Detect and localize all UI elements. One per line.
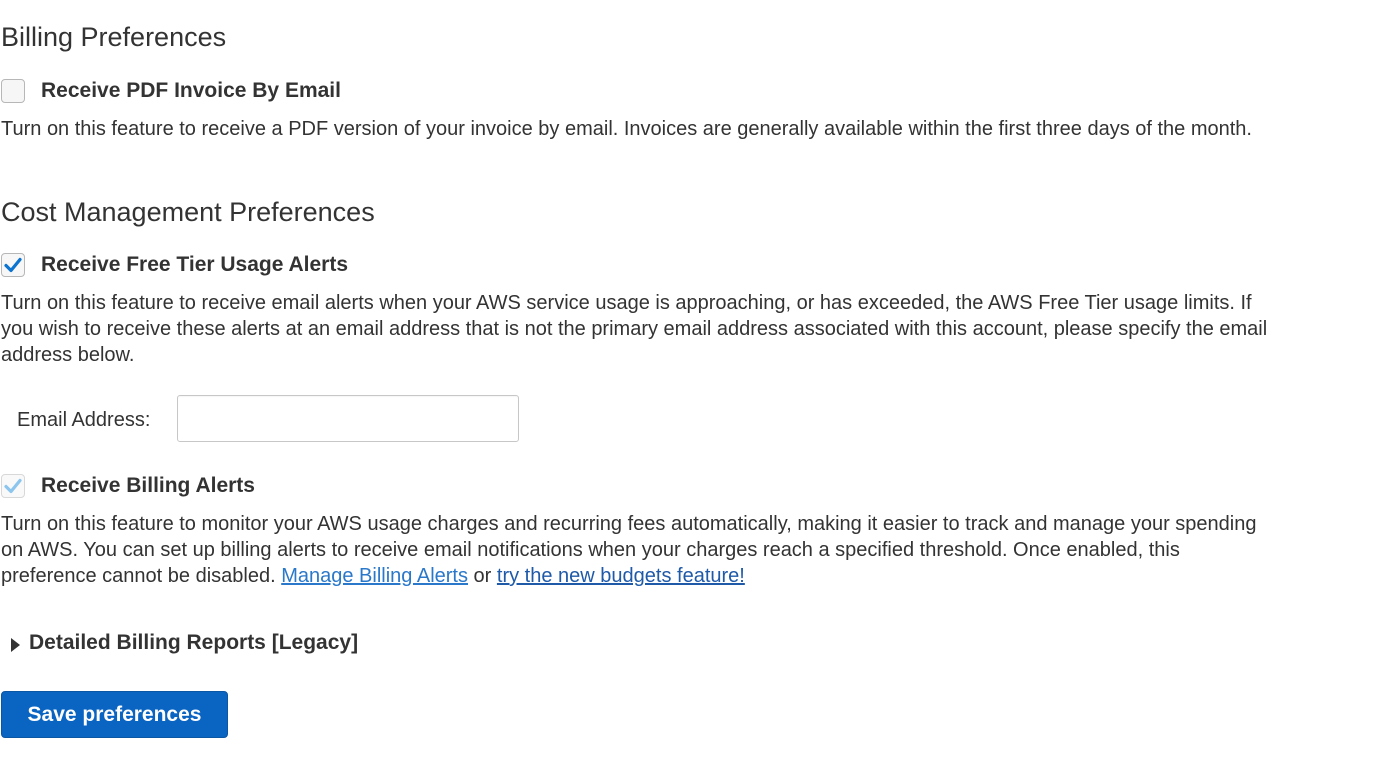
email-address-input[interactable] xyxy=(177,395,519,442)
save-preferences-button[interactable]: Save preferences xyxy=(1,691,228,738)
checkmark-icon xyxy=(4,478,22,494)
cost-management-heading: Cost Management Preferences xyxy=(1,197,375,227)
checkmark-icon xyxy=(4,257,22,273)
pdf-invoice-label[interactable]: Receive PDF Invoice By Email xyxy=(41,78,341,104)
pdf-invoice-description: Turn on this feature to receive a PDF ve… xyxy=(1,118,1252,140)
manage-billing-alerts-link[interactable]: Manage Billing Alerts xyxy=(281,565,468,587)
billing-alerts-description: Turn on this feature to monitor your AWS… xyxy=(1,511,1276,589)
detailed-billing-reports-toggle[interactable]: Detailed Billing Reports [Legacy] xyxy=(11,630,358,656)
billing-alerts-checkbox xyxy=(1,474,25,498)
billing-alerts-label: Receive Billing Alerts xyxy=(41,474,255,497)
detailed-billing-reports-label[interactable]: Detailed Billing Reports [Legacy] xyxy=(29,630,358,656)
email-address-label: Email Address: xyxy=(17,409,151,431)
billing-preferences-heading: Billing Preferences xyxy=(1,22,227,52)
free-tier-alerts-checkbox[interactable] xyxy=(1,253,25,277)
or-text: or xyxy=(473,565,492,587)
caret-right-icon xyxy=(11,637,20,652)
pdf-invoice-checkbox[interactable] xyxy=(1,79,25,103)
free-tier-alerts-description: Turn on this feature to receive email al… xyxy=(1,292,1268,366)
budgets-feature-link[interactable]: try the new budgets feature! xyxy=(497,565,745,587)
free-tier-alerts-label[interactable]: Receive Free Tier Usage Alerts xyxy=(41,252,348,278)
